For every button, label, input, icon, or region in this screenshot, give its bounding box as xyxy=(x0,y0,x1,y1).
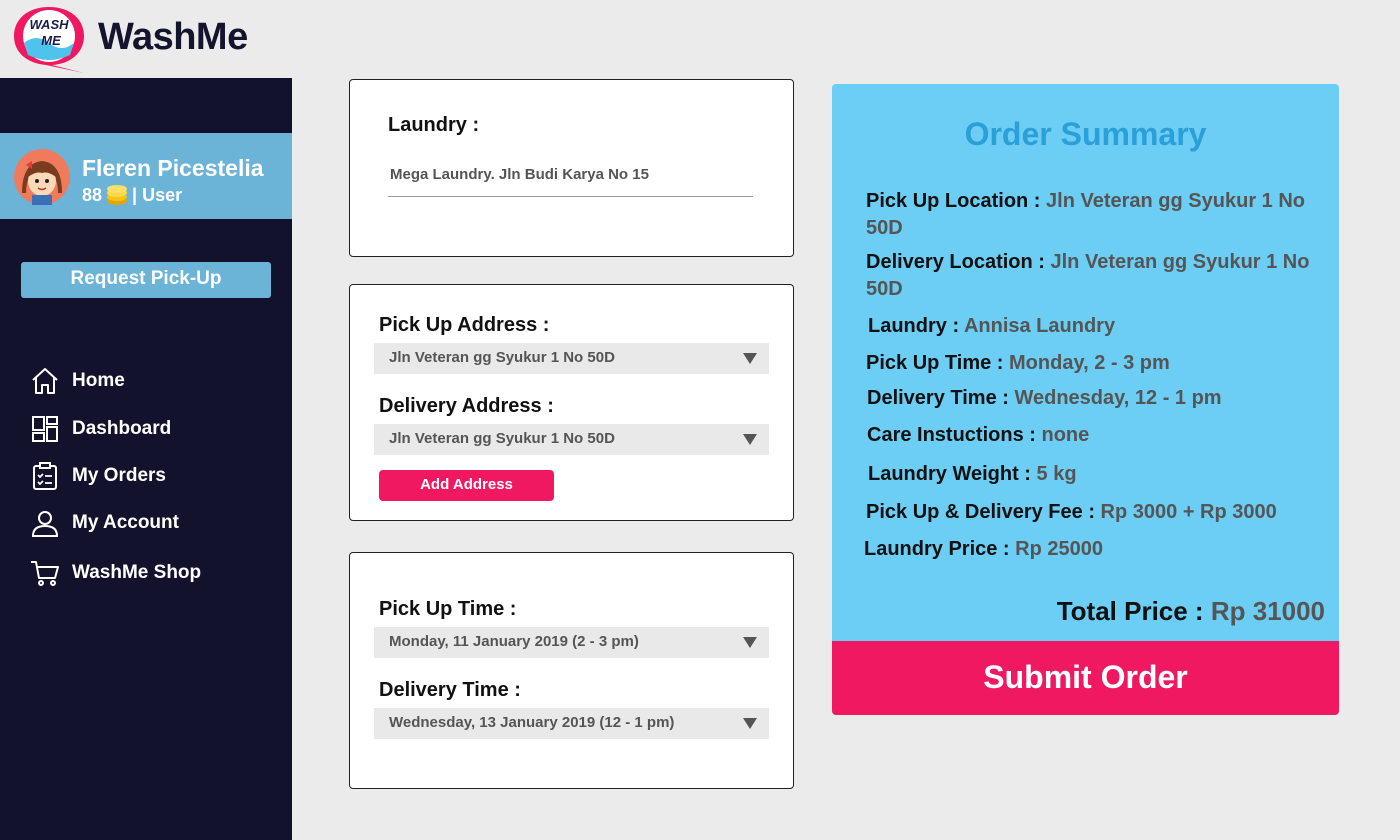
summary-fee: Pick Up & Delivery Fee : Rp 3000 + Rp 30… xyxy=(866,499,1326,526)
add-address-button[interactable]: Add Address xyxy=(379,470,554,501)
laundry-label: Laundry : xyxy=(388,114,480,136)
sidebar-item-washme-shop[interactable]: WashMe Shop xyxy=(30,558,201,588)
logo-text-bottom: ME xyxy=(41,33,61,48)
dashboard-icon xyxy=(32,416,58,442)
account-icon xyxy=(31,511,59,537)
delivery-time-label: Delivery Time : xyxy=(379,679,521,701)
washme-logo[interactable]: WASH ME xyxy=(10,3,88,73)
cart-icon xyxy=(31,561,59,586)
summary-row-label: Delivery Time : xyxy=(867,387,1015,409)
pickup-time-value: Monday, 11 January 2019 (2 - 3 pm) xyxy=(389,633,639,650)
laundry-card: Laundry : Mega Laundry. Jln Budi Karya N… xyxy=(349,79,794,257)
summary-pickup-location: Pick Up Location : Jln Veteran gg Syukur… xyxy=(866,188,1326,242)
delivery-address-select[interactable]: Jln Veteran gg Syukur 1 No 50D xyxy=(374,424,769,455)
user-profile-box[interactable]: Fleren Picestelia 88 | User xyxy=(0,133,292,219)
address-card: Pick Up Address : Jln Veteran gg Syukur … xyxy=(349,284,794,521)
pickup-address-value: Jln Veteran gg Syukur 1 No 50D xyxy=(389,349,615,366)
user-name: Fleren Picestelia xyxy=(82,155,264,181)
user-role: | User xyxy=(132,184,183,205)
orders-icon xyxy=(33,462,57,490)
sidebar-item-label: Dashboard xyxy=(72,418,172,439)
total-price: Total Price : Rp 31000 xyxy=(1057,596,1325,627)
summary-delivery-location: Delivery Location : Jln Veteran gg Syuku… xyxy=(866,249,1326,303)
avatar xyxy=(14,149,70,205)
dropdown-arrow-icon xyxy=(743,718,757,729)
summary-row-value: Rp 25000 xyxy=(1015,538,1103,560)
coins-icon xyxy=(107,185,128,205)
order-summary-panel: Order Summary Pick Up Location : Jln Vet… xyxy=(832,84,1339,644)
sidebar-item-label: My Account xyxy=(72,512,179,533)
logo-text-top: WASH xyxy=(30,17,70,32)
order-summary-title: Order Summary xyxy=(964,116,1207,152)
home-icon xyxy=(32,368,58,394)
sidebar-item-my-orders[interactable]: My Orders xyxy=(30,461,166,491)
sidebar-item-label: My Orders xyxy=(72,465,166,486)
pickup-time-select[interactable]: Monday, 11 January 2019 (2 - 3 pm) xyxy=(374,627,769,658)
user-meta: 88 | User xyxy=(82,183,182,207)
brand-name: WashMe xyxy=(98,16,248,58)
summary-laundry: Laundry : Annisa Laundry xyxy=(868,313,1328,340)
sidebar-item-home[interactable]: Home xyxy=(30,366,125,396)
total-price-value: Rp 31000 xyxy=(1210,596,1325,626)
total-price-label: Total Price : xyxy=(1056,596,1211,626)
summary-laundry-weight: Laundry Weight : 5 kg xyxy=(868,461,1328,488)
dropdown-arrow-icon xyxy=(743,434,757,445)
request-pickup-button[interactable]: Request Pick-Up xyxy=(21,262,271,298)
pickup-address-label: Pick Up Address : xyxy=(379,314,550,336)
summary-row-label: Delivery Location : xyxy=(866,251,1051,273)
laundry-input[interactable]: Mega Laundry. Jln Budi Karya No 15 xyxy=(390,166,649,183)
summary-row-value: none xyxy=(1041,424,1090,446)
summary-row-label: Pick Up Time : xyxy=(866,352,1010,374)
summary-delivery-time: Delivery Time : Wednesday, 12 - 1 pm xyxy=(867,385,1327,412)
sidebar-item-dashboard[interactable]: Dashboard xyxy=(30,414,171,444)
summary-row-label: Pick Up & Delivery Fee : xyxy=(866,501,1101,523)
summary-care-instructions: Care Instuctions : none xyxy=(867,422,1327,449)
summary-row-value: Rp 3000 + Rp 3000 xyxy=(1100,501,1277,523)
delivery-time-value: Wednesday, 13 January 2019 (12 - 1 pm) xyxy=(389,714,675,731)
summary-row-value: Wednesday, 12 - 1 pm xyxy=(1014,387,1222,409)
sidebar-item-my-account[interactable]: My Account xyxy=(30,508,179,538)
summary-row-value: Monday, 2 - 3 pm xyxy=(1009,352,1170,374)
submit-order-button[interactable]: Submit Order xyxy=(832,641,1339,715)
summary-row-label: Laundry Weight : xyxy=(868,463,1037,485)
summary-pickup-time: Pick Up Time : Monday, 2 - 3 pm xyxy=(866,350,1326,377)
delivery-time-select[interactable]: Wednesday, 13 January 2019 (12 - 1 pm) xyxy=(374,708,769,739)
pickup-time-label: Pick Up Time : xyxy=(379,598,517,620)
sidebar-item-label: Home xyxy=(72,370,125,391)
coin-count: 88 xyxy=(82,184,103,205)
delivery-address-value: Jln Veteran gg Syukur 1 No 50D xyxy=(389,430,615,447)
summary-row-value: Annisa Laundry xyxy=(963,315,1116,337)
delivery-address-label: Delivery Address : xyxy=(379,395,554,417)
summary-laundry-price: Laundry Price : Rp 25000 xyxy=(864,536,1324,563)
summary-row-value: 5 kg xyxy=(1036,463,1077,485)
summary-row-label: Pick Up Location : xyxy=(866,190,1047,212)
laundry-input-underline xyxy=(388,196,753,197)
pickup-address-select[interactable]: Jln Veteran gg Syukur 1 No 50D xyxy=(374,343,769,374)
dropdown-arrow-icon xyxy=(743,637,757,648)
time-card: Pick Up Time : Monday, 11 January 2019 (… xyxy=(349,552,794,789)
sidebar-item-label: WashMe Shop xyxy=(72,562,202,583)
summary-row-label: Care Instuctions : xyxy=(867,424,1042,446)
summary-row-label: Laundry : xyxy=(868,315,964,337)
summary-row-label: Laundry Price : xyxy=(864,538,1016,560)
dropdown-arrow-icon xyxy=(743,353,757,364)
sidebar: Fleren Picestelia 88 | User Request Pick… xyxy=(0,78,292,840)
